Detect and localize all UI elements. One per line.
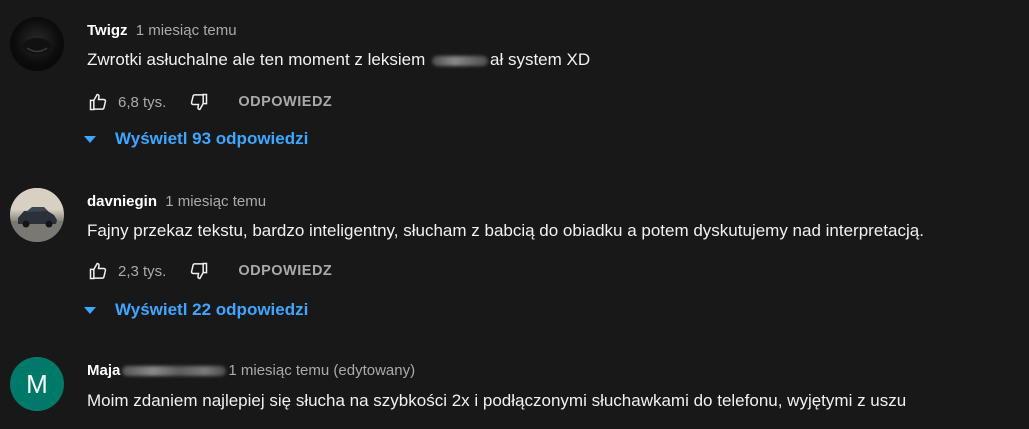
avatar[interactable] <box>10 17 64 71</box>
censored-blur <box>431 55 488 66</box>
car-photo-avatar-icon <box>10 188 64 242</box>
like-icon[interactable] <box>87 91 109 113</box>
comment-author[interactable]: Maja <box>87 362 120 379</box>
dislike-icon[interactable] <box>188 260 210 282</box>
view-replies-label: Wyświetl 93 odpowiedzi <box>115 129 309 148</box>
caret-down-icon <box>84 136 96 143</box>
view-replies-button[interactable]: Wyświetl 22 odpowiedzi <box>84 300 308 320</box>
comment-text: Zwrotki asłuchalne ale ten moment z leks… <box>87 50 590 70</box>
comment-text-part: ał system XD <box>489 50 591 69</box>
caret-down-icon <box>84 307 96 314</box>
dislike-icon[interactable] <box>188 91 210 113</box>
comment-text-part: Zwrotki asłuchalne ale ten moment z leks… <box>87 50 430 69</box>
censored-blur <box>122 366 227 377</box>
view-replies-label: Wyświetl 22 odpowiedzi <box>115 300 309 319</box>
avatar[interactable] <box>10 188 64 242</box>
comment-actions: 2,3 tys. ODPOWIEDZ <box>87 259 332 283</box>
comment-author[interactable]: davniegin <box>87 193 157 210</box>
comment-timestamp[interactable]: 1 miesiąc temu <box>165 193 266 210</box>
reply-button[interactable]: ODPOWIEDZ <box>238 263 332 279</box>
comment-text: Fajny przekaz tekstu, bardzo inteligentn… <box>87 221 924 240</box>
like-count: 2,3 tys. <box>118 262 167 280</box>
like-count: 6,8 tys. <box>118 93 167 111</box>
comment-actions: 6,8 tys. ODPOWIEDZ <box>87 90 332 114</box>
comment-timestamp[interactable]: 1 miesiąc temu (edytowany) <box>228 362 415 379</box>
comment-header: Twigz 1 miesiąc temu <box>87 22 237 39</box>
view-replies-button[interactable]: Wyświetl 93 odpowiedzi <box>84 129 308 149</box>
avatar-letter: M <box>26 368 48 399</box>
avatar[interactable]: M <box>10 357 64 411</box>
comment-header: davniegin 1 miesiąc temu <box>87 193 266 210</box>
reply-button[interactable]: ODPOWIEDZ <box>238 94 332 110</box>
dark-avatar-icon <box>23 38 51 54</box>
comment-header: Maja 1 miesiąc temu (edytowany) <box>87 362 415 379</box>
comment-timestamp[interactable]: 1 miesiąc temu <box>136 22 237 39</box>
like-icon[interactable] <box>87 260 109 282</box>
comment-author[interactable]: Twigz <box>87 22 128 39</box>
comment-text: Moim zdaniem najlepiej się słucha na szy… <box>87 391 907 410</box>
